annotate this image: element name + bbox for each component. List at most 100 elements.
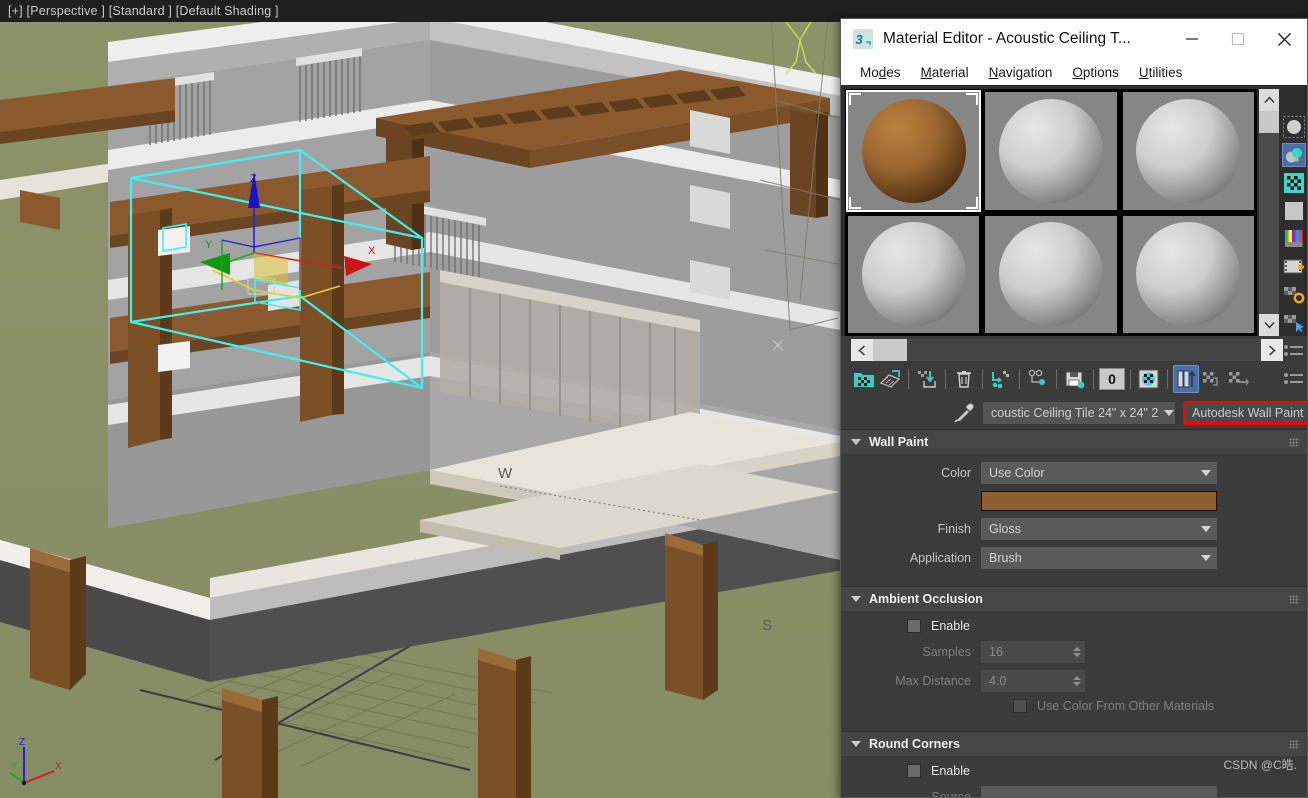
window-titlebar[interactable]: 3 Material Editor - Acoustic Ceiling T..…	[841, 19, 1307, 59]
field-row-rc-source: Source	[853, 786, 1295, 797]
material-id-channel-icon[interactable]	[1282, 339, 1306, 363]
color-mode-combo[interactable]: Use Color	[981, 462, 1217, 484]
rollout-round-corners-header[interactable]: Round Corners	[841, 732, 1307, 756]
world-axis-tripod: Z X Y	[10, 735, 70, 793]
spinner-arrows-icon[interactable]	[1073, 647, 1081, 657]
rc-enable-checkbox[interactable]	[907, 764, 921, 778]
sample-slot-1[interactable]	[846, 90, 981, 212]
reset-map-material-icon[interactable]	[951, 365, 977, 393]
make-material-copy-icon[interactable]	[988, 365, 1014, 393]
material-id-channel-button[interactable]: 0	[1099, 365, 1125, 393]
rollout-wall-paint[interactable]: Wall Paint Color Use Color	[841, 430, 1307, 587]
assign-material-to-selection-icon[interactable]	[914, 365, 940, 393]
menu-navigation-key: N	[989, 65, 999, 80]
label-rc-source: Source	[853, 790, 981, 797]
eyedropper-icon[interactable]	[953, 401, 975, 425]
sample-slot-2[interactable]	[983, 90, 1118, 212]
ao-enable-checkbox[interactable]	[907, 619, 921, 633]
material-sphere-3	[1134, 97, 1242, 205]
material-editor-window[interactable]: 3 Material Editor - Acoustic Ceiling T..…	[840, 18, 1308, 798]
ao-enable-row[interactable]: Enable	[907, 619, 1295, 633]
go-to-parent-icon[interactable]	[1199, 365, 1225, 393]
put-to-library-icon[interactable]	[1062, 365, 1088, 393]
menu-options[interactable]: Options	[1063, 63, 1128, 82]
chevron-down-icon[interactable]	[1201, 526, 1211, 532]
chevron-down-icon[interactable]	[851, 741, 861, 747]
rollout-grip[interactable]	[1289, 595, 1299, 604]
rollout-wall-paint-header[interactable]: Wall Paint	[841, 430, 1307, 454]
options-gear-icon[interactable]	[1282, 283, 1306, 307]
menu-utilities[interactable]: Utilities	[1130, 63, 1192, 82]
scroll-up-button[interactable]	[1259, 89, 1279, 111]
ao-use-color-row[interactable]: Use Color From Other Materials	[1013, 699, 1295, 713]
scroll-track[interactable]	[1259, 133, 1279, 314]
go-forward-to-sibling-icon[interactable]	[1225, 365, 1251, 393]
close-button[interactable]	[1261, 19, 1307, 59]
sample-slot-5[interactable]	[983, 214, 1118, 336]
chevron-down-icon[interactable]	[1201, 470, 1211, 476]
sample-slots-horizontal-scrollbar[interactable]	[851, 339, 1283, 361]
ao-max-distance-spinner[interactable]: 4.0	[981, 670, 1085, 692]
rollout-grip[interactable]	[1289, 740, 1299, 749]
svg-text:X: X	[368, 245, 376, 257]
spinner-arrows-icon[interactable]	[1073, 676, 1081, 686]
material-type-button[interactable]: Autodesk Wall Paint	[1183, 401, 1308, 425]
show-end-result-icon[interactable]	[1173, 365, 1199, 393]
backlight-icon[interactable]	[1282, 143, 1306, 167]
sample-uv-tiling-icon[interactable]	[1282, 199, 1306, 223]
material-id-value[interactable]: 0	[1099, 368, 1125, 390]
rc-source-field[interactable]	[981, 786, 1217, 797]
rollout-ambient-occlusion[interactable]: Ambient Occlusion Enable Samples 16	[841, 587, 1307, 732]
select-by-material-icon[interactable]	[1282, 311, 1306, 335]
material-sphere-6	[1134, 220, 1242, 328]
chevron-down-icon[interactable]	[1164, 410, 1174, 416]
menu-navigation[interactable]: Navigation	[980, 63, 1062, 82]
show-shaded-material-in-viewport-icon[interactable]	[1136, 365, 1162, 393]
chevron-down-icon[interactable]	[851, 596, 861, 602]
scroll-thumb[interactable]	[1259, 111, 1279, 133]
maximize-button[interactable]	[1215, 19, 1261, 59]
put-material-to-scene-icon[interactable]	[877, 365, 903, 393]
field-row-ao-max-distance: Max Distance 4.0	[853, 670, 1295, 692]
material-parameters-panel[interactable]: Wall Paint Color Use Color	[841, 429, 1307, 797]
finish-value: Gloss	[989, 522, 1021, 536]
menubar[interactable]: Modes Material Navigation Options Utilit…	[841, 59, 1307, 85]
rollout-round-corners-title: Round Corners	[869, 737, 960, 751]
sample-slots-vertical-scrollbar[interactable]	[1259, 89, 1279, 336]
sample-slots-area[interactable]	[841, 85, 1307, 336]
application-combo[interactable]: Brush	[981, 547, 1217, 569]
rollout-grip[interactable]	[1289, 438, 1299, 447]
finish-combo[interactable]: Gloss	[981, 518, 1217, 540]
make-preview-icon[interactable]	[1282, 255, 1306, 279]
scroll-right-button[interactable]	[1261, 339, 1283, 361]
show-end-result-list-icon[interactable]	[1282, 367, 1306, 391]
sample-slot-4[interactable]	[846, 214, 981, 336]
label-ao-max-distance: Max Distance	[853, 674, 981, 688]
sample-slots-grid[interactable]	[845, 89, 1257, 336]
ao-use-color-checkbox[interactable]	[1013, 699, 1027, 713]
sample-slot-options-toolbar[interactable]	[1281, 115, 1307, 391]
menu-material[interactable]: Material	[912, 63, 978, 82]
rollout-ambient-occlusion-header[interactable]: Ambient Occlusion	[841, 587, 1307, 611]
ao-samples-value: 16	[989, 645, 1003, 659]
chevron-down-icon[interactable]	[851, 439, 861, 445]
sample-slot-3[interactable]	[1121, 90, 1256, 212]
chevron-down-icon[interactable]	[1201, 555, 1211, 561]
video-color-check-icon[interactable]	[1282, 227, 1306, 251]
viewport-label[interactable]: [+] [Perspective ] [Standard ] [Default …	[8, 4, 279, 18]
material-name-row[interactable]: coustic Ceiling Tile 24" x 24" 2 Autodes…	[841, 397, 1307, 429]
material-name-field[interactable]: coustic Ceiling Tile 24" x 24" 2	[983, 402, 1175, 424]
scroll-left-button[interactable]	[851, 339, 873, 361]
ao-samples-spinner[interactable]: 16	[981, 641, 1085, 663]
make-unique-icon[interactable]	[1025, 365, 1051, 393]
minimize-button[interactable]	[1169, 19, 1215, 59]
sample-slot-6[interactable]	[1121, 214, 1256, 336]
sample-type-sphere-icon[interactable]	[1282, 115, 1306, 139]
horizontal-scroll-thumb[interactable]	[873, 339, 907, 361]
get-material-icon[interactable]	[851, 365, 877, 393]
scroll-down-button[interactable]	[1259, 314, 1279, 336]
background-checker-icon[interactable]	[1282, 171, 1306, 195]
color-swatch[interactable]	[981, 491, 1217, 511]
menu-modes[interactable]: Modes	[851, 63, 910, 82]
material-toolbar[interactable]: 0	[841, 361, 1307, 397]
